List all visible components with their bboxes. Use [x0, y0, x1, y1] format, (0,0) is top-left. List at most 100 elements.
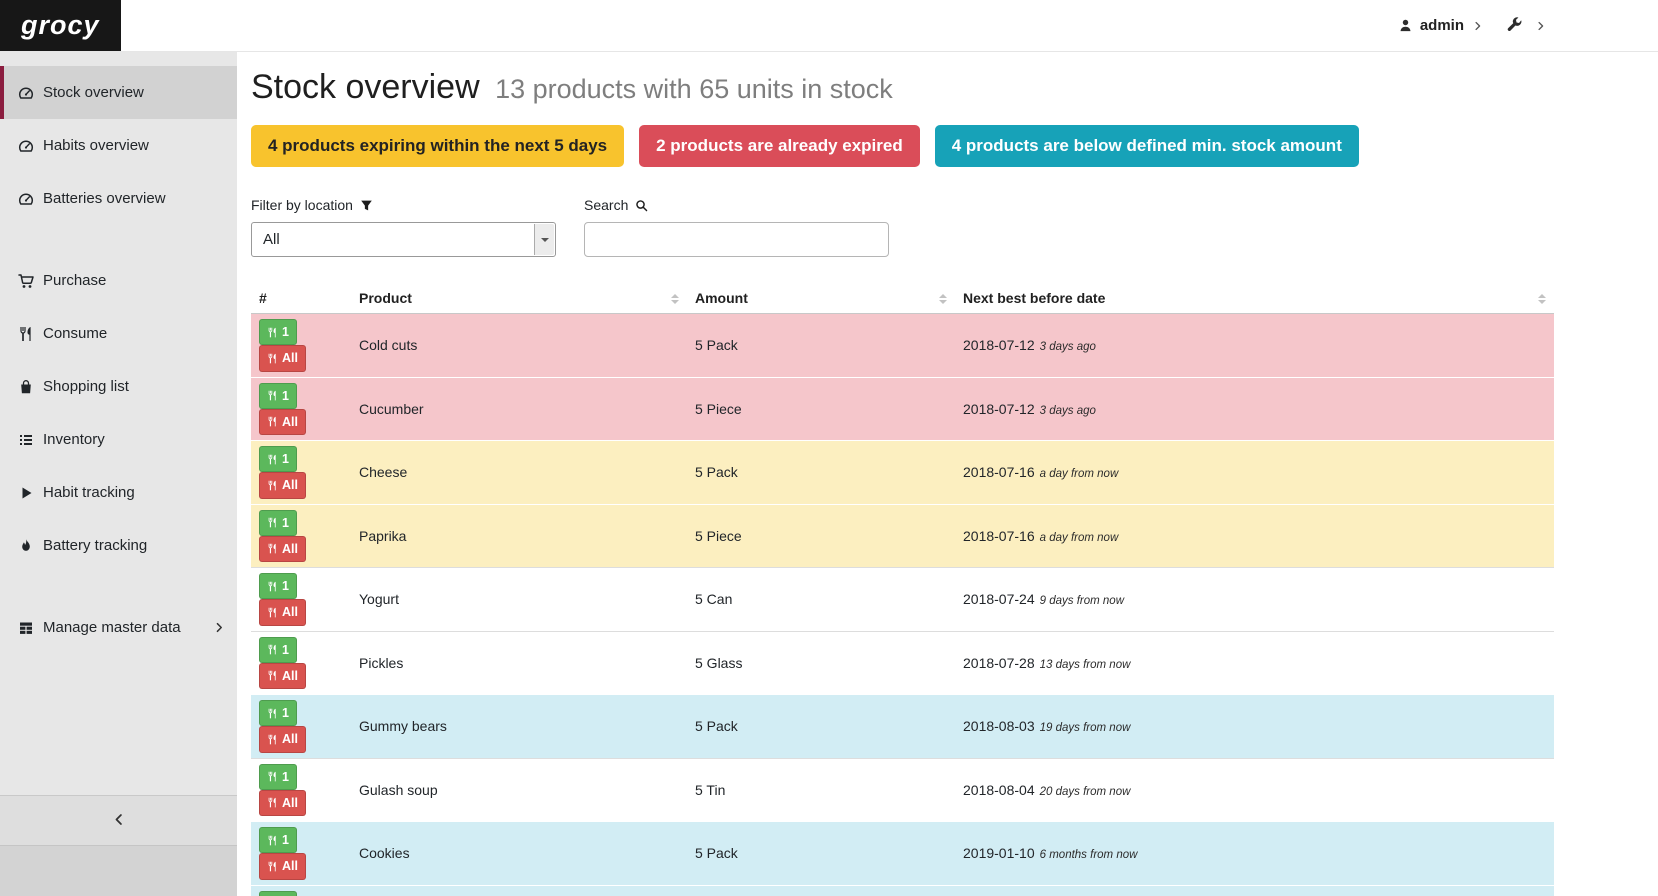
sidebar-item-inventory[interactable]: Inventory — [0, 413, 237, 466]
column-header-index: # — [251, 283, 351, 314]
sidebar-item-habits-overview[interactable]: Habits overview — [0, 119, 237, 172]
utensils-icon — [18, 326, 34, 342]
sidebar-item-purchase[interactable]: Purchase — [0, 254, 237, 307]
consume-one-button[interactable]: 1 — [259, 827, 297, 853]
sidebar-item-shopping-list[interactable]: Shopping list — [0, 360, 237, 413]
location-filter: Filter by location All — [251, 197, 556, 257]
consume-all-button[interactable]: All — [259, 663, 306, 689]
sidebar-bottom-strip — [0, 845, 237, 896]
product-amount: 5 Pack — [687, 822, 955, 886]
search-input[interactable] — [584, 222, 889, 257]
best-before-date: 2018-07-16a day from now — [955, 441, 1554, 505]
product-amount: 5 Pack — [687, 314, 955, 378]
chevron-left-icon — [112, 813, 125, 826]
sidebar-item-label: Shopping list — [43, 378, 129, 395]
sort-icon[interactable] — [671, 294, 679, 304]
search-icon — [635, 199, 648, 212]
sidebar-item-label: Habits overview — [43, 137, 149, 154]
product-name: Cold cuts — [351, 314, 687, 378]
table-row: 1 All Yogurt 5 Can 2018-07-249 days from… — [251, 568, 1554, 632]
consume-all-button[interactable]: All — [259, 726, 306, 752]
table-row: 1 All Chocolate 5 Pack 2019-01-106 month… — [251, 885, 1554, 896]
search-control: Search — [584, 197, 889, 257]
utensils-icon — [267, 454, 278, 465]
sidebar: Stock overview Habits overview Batteries… — [0, 52, 237, 896]
main-content: Stock overview 13 products with 65 units… — [237, 52, 1658, 896]
consume-all-button[interactable]: All — [259, 409, 306, 435]
sidebar-item-stock-overview[interactable]: Stock overview — [0, 66, 237, 119]
alert-danger[interactable]: 2 products are already expired — [639, 125, 920, 167]
utensils-icon — [267, 835, 278, 846]
settings-button[interactable] — [1502, 12, 1527, 40]
settings-chevron-icon[interactable] — [1536, 21, 1546, 31]
sidebar-item-label: Purchase — [43, 272, 106, 289]
product-name: Gummy bears — [351, 695, 687, 759]
consume-one-button[interactable]: 1 — [259, 446, 297, 472]
sidebar-item-label: Battery tracking — [43, 537, 147, 554]
product-name: Pickles — [351, 631, 687, 695]
consume-one-button[interactable]: 1 — [259, 573, 297, 599]
table-row: 1 All Pickles 5 Glass 2018-07-2813 days … — [251, 631, 1554, 695]
user-menu-chevron-icon[interactable] — [1473, 21, 1483, 31]
sidebar-item-label: Batteries overview — [43, 190, 166, 207]
user-name: admin — [1420, 17, 1464, 34]
utensils-icon — [267, 480, 278, 491]
sort-icon[interactable] — [939, 294, 947, 304]
product-amount: 5 Piece — [687, 504, 955, 568]
column-header-best-before[interactable]: Next best before date — [955, 283, 1554, 314]
sort-icon[interactable] — [1538, 294, 1546, 304]
sidebar-item-manage-master-data[interactable]: Manage master data — [0, 601, 237, 654]
consume-all-button[interactable]: All — [259, 472, 306, 498]
utensils-icon — [267, 353, 278, 364]
table-row: 1 All Cookies 5 Pack 2019-01-106 months … — [251, 822, 1554, 886]
consume-one-button[interactable]: 1 — [259, 700, 297, 726]
sidebar-item-label: Manage master data — [43, 619, 181, 636]
sidebar-nav: Stock overview Habits overview Batteries… — [0, 52, 237, 795]
sidebar-item-battery-tracking[interactable]: Battery tracking — [0, 519, 237, 572]
sidebar-item-label: Inventory — [43, 431, 105, 448]
status-alerts: 4 products expiring within the next 5 da… — [251, 125, 1554, 167]
table-row: 1 All Paprika 5 Piece 2018-07-16a day fr… — [251, 504, 1554, 568]
consume-all-button[interactable]: All — [259, 536, 306, 562]
select-arrow-icon — [534, 224, 554, 255]
chevron-right-icon — [214, 622, 225, 633]
sidebar-item-batteries-overview[interactable]: Batteries overview — [0, 172, 237, 225]
table-row: 1 All Cold cuts 5 Pack 2018-07-123 days … — [251, 314, 1554, 378]
location-select[interactable]: All — [251, 222, 556, 257]
product-amount: 5 Pack — [687, 695, 955, 759]
consume-all-button[interactable]: All — [259, 853, 306, 879]
alert-warning[interactable]: 4 products expiring within the next 5 da… — [251, 125, 624, 167]
best-before-date: 2019-01-106 months from now — [955, 822, 1554, 886]
sidebar-item-consume[interactable]: Consume — [0, 307, 237, 360]
utensils-icon — [267, 416, 278, 427]
app-logo[interactable]: grocy — [0, 0, 121, 51]
consume-all-button[interactable]: All — [259, 599, 306, 625]
best-before-date: 2018-07-16a day from now — [955, 504, 1554, 568]
product-name: Cookies — [351, 822, 687, 886]
top-bar: grocy admin — [0, 0, 1658, 52]
consume-one-button[interactable]: 1 — [259, 891, 297, 896]
utensils-icon — [267, 390, 278, 401]
flame-icon — [18, 538, 34, 554]
consume-all-button[interactable]: All — [259, 345, 306, 371]
column-header-product[interactable]: Product — [351, 283, 687, 314]
table-icon — [18, 620, 34, 636]
user-menu[interactable]: admin — [1398, 17, 1464, 34]
utensils-icon — [267, 670, 278, 681]
product-name: Cheese — [351, 441, 687, 505]
consume-all-button[interactable]: All — [259, 790, 306, 816]
consume-one-button[interactable]: 1 — [259, 383, 297, 409]
product-name: Yogurt — [351, 568, 687, 632]
column-header-amount[interactable]: Amount — [687, 283, 955, 314]
sidebar-item-habit-tracking[interactable]: Habit tracking — [0, 466, 237, 519]
consume-one-button[interactable]: 1 — [259, 510, 297, 536]
consume-one-button[interactable]: 1 — [259, 764, 297, 790]
filter-controls: Filter by location All Search — [251, 197, 1554, 257]
alert-info[interactable]: 4 products are below defined min. stock … — [935, 125, 1359, 167]
product-amount: 5 Piece — [687, 377, 955, 441]
play-icon — [18, 485, 34, 501]
sidebar-collapse-button[interactable] — [92, 807, 145, 835]
consume-one-button[interactable]: 1 — [259, 637, 297, 663]
product-amount: 5 Can — [687, 568, 955, 632]
consume-one-button[interactable]: 1 — [259, 319, 297, 345]
